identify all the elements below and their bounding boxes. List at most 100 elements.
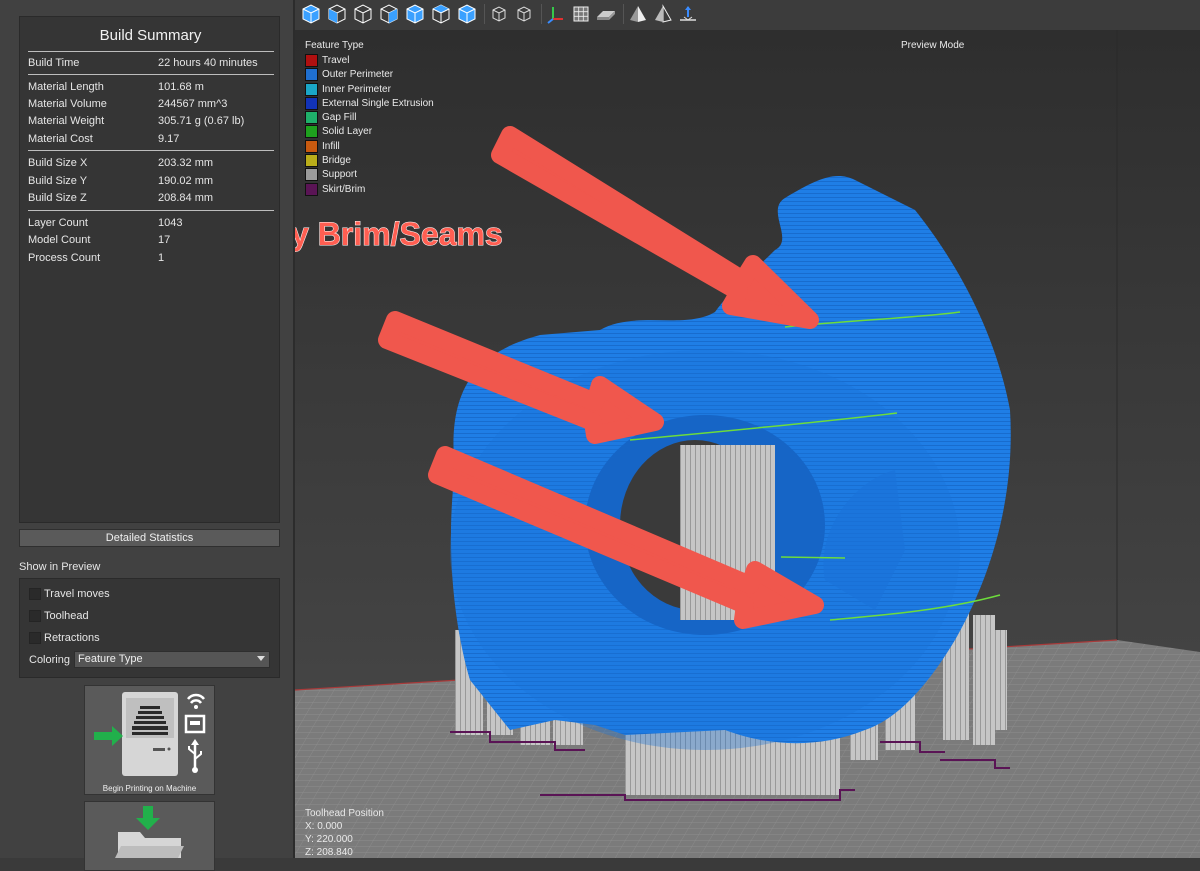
left-panel: Build Summary Build Time 22 hours 40 min… [0, 0, 293, 871]
origin-icon[interactable] [677, 3, 699, 25]
legend-swatch [305, 154, 318, 168]
summary-label: Build Time [28, 57, 80, 69]
summary-divider [28, 210, 274, 211]
legend-label: Bridge [322, 155, 351, 167]
summary-row-layer-count: Layer Count 1043 [28, 217, 274, 234]
summary-value: 17 [158, 234, 171, 246]
legend-label: Travel [322, 55, 350, 66]
legend-item-support: Support [305, 168, 364, 182]
iso-view-icon[interactable] [300, 3, 322, 25]
summary-label: Build Size Z [28, 192, 87, 204]
toolbar-separator [484, 4, 485, 24]
legend-item-external-single-extrusion: External Single Extrusion [305, 96, 434, 111]
legend-swatch [305, 68, 318, 82]
legend-title: Feature Type [305, 40, 364, 51]
legend-item-outer-perimeter: Outer Perimeter [305, 68, 393, 82]
legend-item-bridge: Bridge [305, 154, 364, 168]
legend-swatch [305, 54, 318, 67]
toolhead-y: Y: 220.000 [305, 834, 353, 845]
legend-swatch [305, 168, 318, 182]
right-view-icon[interactable] [404, 3, 426, 25]
folder-save-icon [115, 806, 184, 858]
printer-machine-icon [94, 692, 206, 776]
toolbar-separator [623, 4, 624, 24]
summary-row-build-size-x: Build Size X 203.32 mm [28, 157, 274, 174]
preview-mode-label: Preview Mode [901, 40, 965, 51]
3d-preview-viewport[interactable]: Feature Type Travel Outer Perimeter Inne… [295, 30, 1200, 858]
legend-swatch [305, 139, 318, 153]
summary-divider [28, 150, 274, 151]
summary-label: Process Count [28, 252, 101, 264]
toolhead-label: Toolhead [44, 610, 89, 622]
legend-label: Solid Layer [322, 126, 373, 138]
solid-icon[interactable] [513, 3, 535, 25]
bed-icon[interactable] [595, 3, 617, 25]
show-in-preview-label: Show in Preview [19, 561, 101, 573]
coloring-select[interactable]: Feature Type [74, 651, 270, 668]
toolhead-position-label: Toolhead Position [305, 808, 384, 819]
toolbar-separator [541, 4, 542, 24]
summary-label: Layer Count [28, 217, 88, 229]
summary-row-process-count: Process Count 1 [28, 252, 274, 269]
summary-value: 203.32 mm [158, 157, 214, 169]
summary-row-material-length: Material Length 101.68 m [28, 81, 274, 98]
summary-value: 101.68 m [158, 81, 204, 93]
top-view-icon[interactable] [430, 3, 452, 25]
summary-row-material-cost: Material Cost 9.17 [28, 133, 274, 150]
toolhead-position: Toolhead Position X: 0.000 Y: 220.000 Z:… [305, 807, 384, 858]
shade-icon[interactable] [627, 3, 649, 25]
summary-label: Build Size X [28, 157, 88, 169]
toolhead-z: Z: 208.840 [305, 847, 353, 858]
save-toolpath-button[interactable] [84, 801, 215, 871]
summary-label: Material Volume [28, 98, 107, 110]
summary-divider [28, 74, 274, 75]
summary-value: 244567 mm^3 [158, 98, 228, 110]
legend-item-skirt-brim: Skirt/Brim [305, 182, 366, 197]
grid-icon[interactable] [570, 3, 592, 25]
retractions-label: Retractions [44, 632, 100, 644]
preview-scene [295, 30, 1200, 858]
summary-row-material-volume: Material Volume 244567 mm^3 [28, 98, 274, 115]
legend-swatch [305, 96, 318, 110]
section-icon[interactable] [652, 3, 674, 25]
legend-label: External Single Extrusion [322, 97, 434, 109]
legend-label: Infill [322, 140, 340, 152]
summary-value: 208.84 mm [158, 192, 214, 204]
chevron-down-icon [257, 656, 265, 661]
legend-item-travel: Travel [305, 54, 364, 68]
summary-row-build-size-y: Build Size Y 190.02 mm [28, 175, 274, 192]
back-view-icon[interactable] [352, 3, 374, 25]
legend-swatch [305, 111, 318, 125]
show-in-preview-panel: Travel moves Toolhead Retractions Colori… [19, 578, 280, 678]
summary-row-build-size-z: Build Size Z 208.84 mm [28, 192, 274, 209]
wireframe-icon[interactable] [488, 3, 510, 25]
feature-type-legend: Feature Type Travel Outer Perimeter Inne… [305, 40, 434, 197]
travel-moves-checkbox[interactable] [29, 588, 41, 600]
axes-icon[interactable] [545, 3, 567, 25]
summary-label: Model Count [28, 234, 91, 246]
build-summary-panel: Build Summary Build Time 22 hours 40 min… [19, 16, 280, 523]
front-view-icon[interactable] [326, 3, 348, 25]
summary-value: 22 hours 40 minutes [158, 57, 258, 69]
legend-label: Outer Perimeter [322, 69, 394, 81]
toolhead-checkbox[interactable] [29, 610, 41, 622]
view-toolbar [295, 0, 1200, 30]
summary-row-model-count: Model Count 17 [28, 234, 274, 251]
summary-divider [28, 51, 274, 52]
left-view-icon[interactable] [378, 3, 400, 25]
legend-label: Skirt/Brim [322, 183, 366, 195]
coloring-label: Coloring [29, 654, 70, 666]
summary-value: 190.02 mm [158, 175, 214, 187]
summary-value: 305.71 g (0.67 lb) [158, 115, 245, 127]
begin-printing-button[interactable]: Begin Printing on Machine [84, 685, 215, 795]
legend-swatch [305, 125, 318, 139]
summary-label: Material Weight [28, 115, 105, 127]
begin-printing-label: Begin Printing on Machine [102, 784, 197, 793]
bottom-view-icon[interactable] [456, 3, 478, 25]
detailed-statistics-button[interactable]: Detailed Statistics [19, 529, 280, 547]
summary-row-material-weight: Material Weight 305.71 g (0.67 lb) [28, 115, 274, 132]
summary-value: 9.17 [158, 133, 180, 145]
retractions-checkbox[interactable] [29, 632, 41, 644]
summary-label: Build Size Y [28, 175, 88, 187]
legend-item-inner-perimeter: Inner Perimeter [305, 82, 391, 97]
